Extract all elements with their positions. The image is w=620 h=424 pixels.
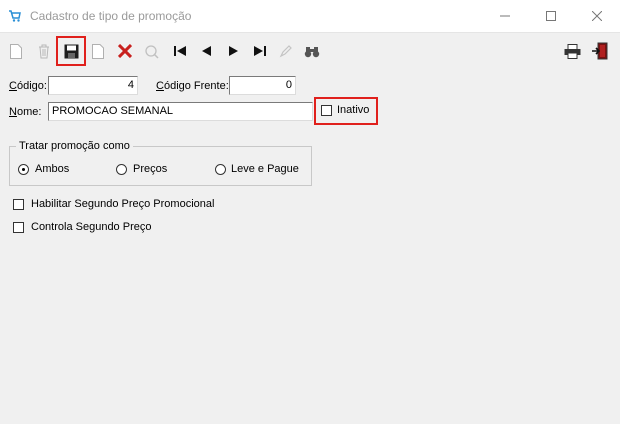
last-record-button[interactable] [248,39,272,63]
codigo-label: Código: [9,80,47,92]
print-button[interactable] [560,39,584,63]
habilitar-label: Habilitar Segundo Preço Promocional [31,198,215,210]
window-title: Cadastro de tipo de promoção [30,9,192,23]
nome-label: Nome: [9,106,42,118]
new-button[interactable] [4,39,28,63]
codigo-field[interactable]: 4 [48,76,138,95]
maximize-button[interactable] [528,0,574,32]
codigo-frente-label: Código Frente: [156,80,229,92]
inativo-checkbox-container[interactable]: Inativo [314,97,378,125]
codigo-frente-field[interactable]: 0 [229,76,296,95]
new-document-icon [10,43,22,59]
radio-leve-e-pague-label: Leve e Pague [231,163,299,175]
previous-record-button[interactable] [194,39,218,63]
edit-icon [279,45,292,58]
minimize-icon [500,15,510,17]
save-icon [64,44,78,58]
toolbar [0,33,620,69]
exit-icon [592,42,608,60]
next-record-button[interactable] [222,39,246,63]
radio-leve-e-pague[interactable] [215,164,226,175]
first-record-button[interactable] [168,39,192,63]
habilitar-checkbox[interactable] [13,199,24,210]
close-icon [592,11,602,21]
controla-label: Controla Segundo Preço [31,221,152,233]
edit-button[interactable] [274,39,298,63]
radio-precos-label: Preços [133,163,168,175]
search-icon [144,44,159,59]
delete-icon [39,44,49,59]
maximize-icon [546,11,556,21]
shopping-cart-icon [9,10,21,22]
tratar-group-title: Tratar promoção como [16,140,133,152]
inativo-checkbox[interactable] [321,105,332,116]
title-bar: Cadastro de tipo de promoção [0,0,620,33]
copy-button[interactable] [86,39,110,63]
previous-record-icon [202,46,211,56]
find-button[interactable] [300,39,324,63]
minimize-button[interactable] [482,0,528,32]
inativo-label: Inativo [337,104,370,116]
first-record-icon [174,46,186,56]
delete-button[interactable] [32,39,56,63]
radio-ambos-label: Ambos [35,163,70,175]
cancel-icon [118,44,132,58]
save-button[interactable] [56,36,86,66]
printer-icon [564,43,580,59]
controla-checkbox[interactable] [13,222,24,233]
last-record-icon [254,46,266,56]
close-button[interactable] [574,0,620,32]
nome-field[interactable]: PROMOCAO SEMANAL [48,102,313,121]
next-record-icon [229,46,238,56]
radio-ambos[interactable] [18,164,29,175]
copy-document-icon [92,43,104,59]
cancel-button[interactable] [113,39,137,63]
radio-precos[interactable] [116,164,127,175]
search-button[interactable] [139,39,163,63]
binoculars-icon [304,46,320,57]
exit-button[interactable] [588,39,612,63]
